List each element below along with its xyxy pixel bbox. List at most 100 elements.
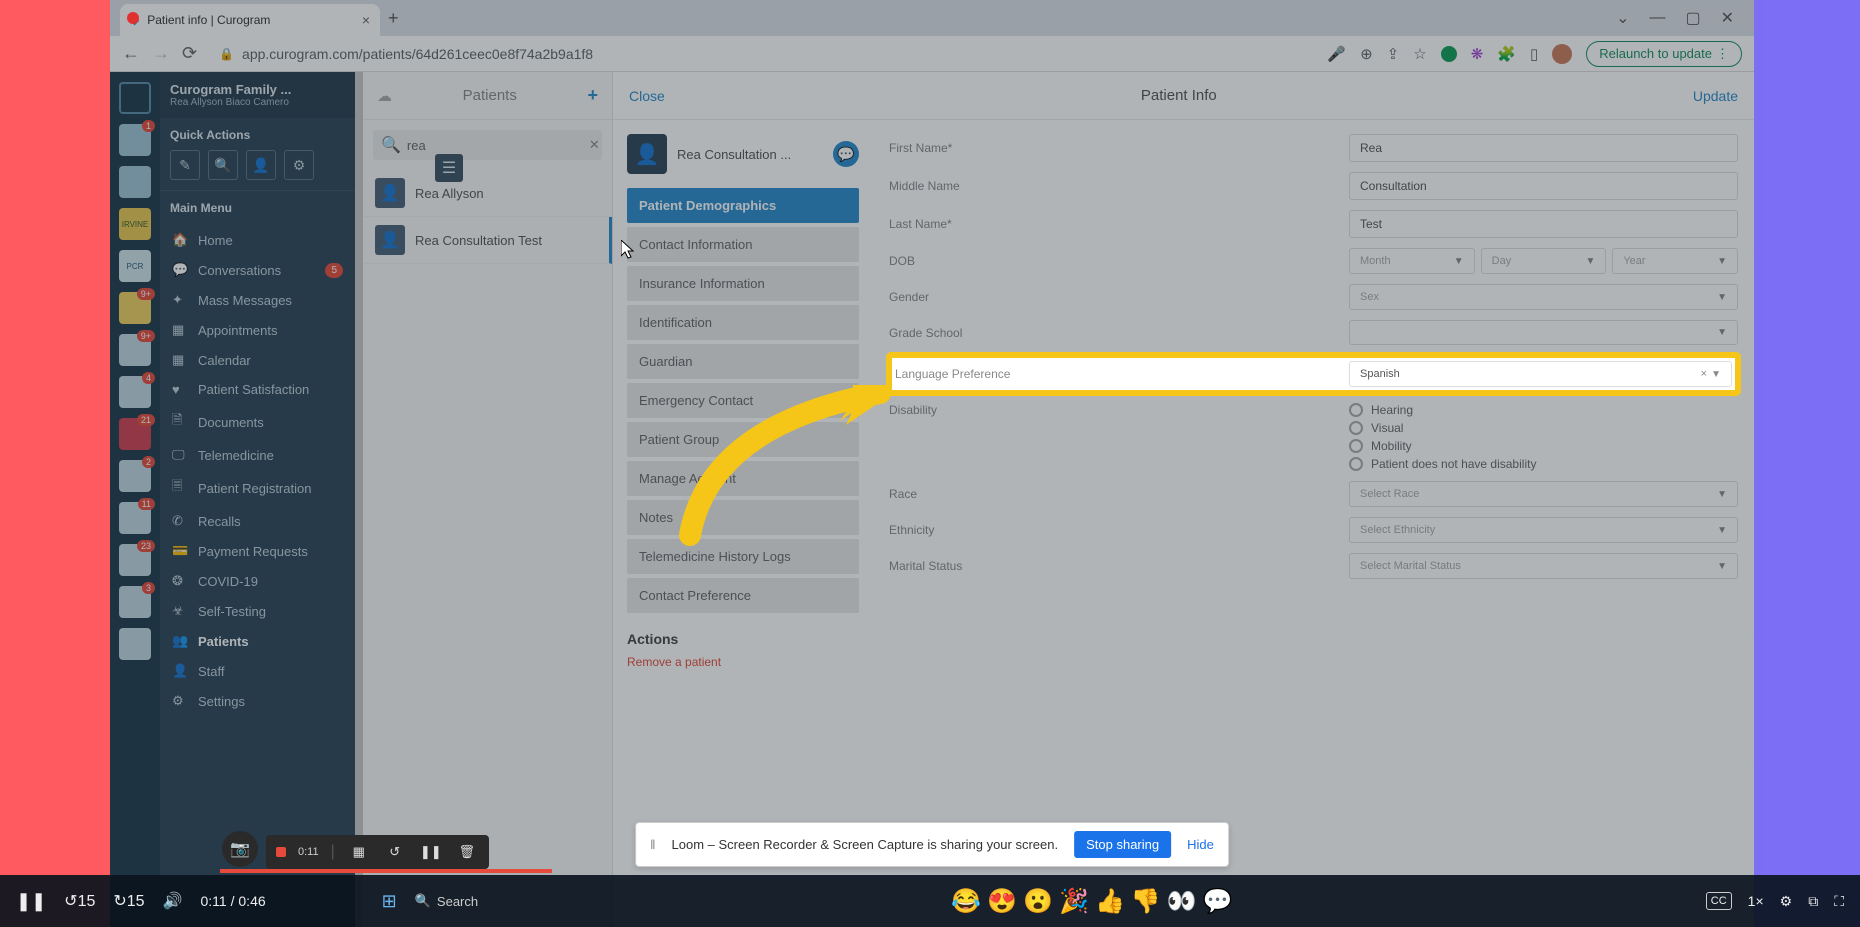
close-link[interactable]: Close [629, 88, 665, 104]
rail-item[interactable]: 2 [119, 460, 151, 492]
hide-share-link[interactable]: Hide [1187, 837, 1214, 852]
rail-item[interactable]: 4 [119, 376, 151, 408]
address-bar[interactable]: 🔒 app.curogram.com/patients/64d261ceec0e… [209, 46, 1315, 62]
first-name-input[interactable] [1349, 134, 1738, 162]
menu-item-patients[interactable]: 👥Patients [160, 626, 355, 656]
menu-item-recalls[interactable]: ✆Recalls [160, 506, 355, 536]
emoji-heart-eyes[interactable]: 😍 [987, 887, 1017, 916]
settings-sliders-icon[interactable]: ⚙ [284, 150, 314, 180]
loom-grid-icon[interactable]: ▦ [347, 840, 371, 864]
section-tab-telemedicine-history-logs[interactable]: Telemedicine History Logs [627, 539, 859, 574]
disability-option[interactable]: Mobility [1349, 439, 1536, 453]
rail-item[interactable]: IRVINE [119, 208, 151, 240]
browser-tab[interactable]: ◆ Patient info | Curogram × [120, 4, 380, 36]
loom-restart-icon[interactable]: ↺ [383, 840, 407, 864]
rail-search-icon[interactable] [119, 82, 151, 114]
menu-item-payment-requests[interactable]: 💳Payment Requests [160, 536, 355, 566]
patient-search-input[interactable] [407, 138, 583, 153]
loom-stop-icon[interactable] [276, 847, 286, 857]
cloud-icon[interactable]: ☁ [377, 87, 392, 105]
star-icon[interactable]: ☆ [1413, 45, 1426, 63]
section-tab-patient-group[interactable]: Patient Group [627, 422, 859, 457]
menu-item-documents[interactable]: 🗎Documents [160, 404, 355, 440]
settings-gear-icon[interactable]: ⚙ [1780, 893, 1793, 910]
update-button[interactable]: Update [1693, 88, 1738, 104]
emoji-party[interactable]: 🎉 [1059, 887, 1089, 916]
section-tab-contact-information[interactable]: Contact Information [627, 227, 859, 262]
menu-item-calendar[interactable]: ▦Calendar [160, 345, 355, 375]
reaction-emojis[interactable]: 😂 😍 😮 🎉 👍 👎 👀 💬 [951, 887, 1232, 916]
cc-button[interactable]: CC [1706, 892, 1732, 910]
menu-item-staff[interactable]: 👤Staff [160, 656, 355, 686]
clear-language-icon[interactable]: × [1701, 368, 1707, 380]
disability-option[interactable]: Visual [1349, 421, 1536, 435]
menu-item-covid-19[interactable]: ❂COVID-19 [160, 566, 355, 596]
section-tab-insurance-information[interactable]: Insurance Information [627, 266, 859, 301]
forward-button[interactable]: → [152, 43, 170, 64]
rewind-button[interactable]: ↺15 [64, 891, 95, 911]
rail-item[interactable] [119, 628, 151, 660]
rail-item[interactable]: 23 [119, 544, 151, 576]
section-tab-identification[interactable]: Identification [627, 305, 859, 340]
rail-item[interactable]: 1 [119, 124, 151, 156]
dob-day-select[interactable]: Day▼ [1481, 248, 1607, 274]
stop-sharing-button[interactable]: Stop sharing [1074, 831, 1171, 858]
menu-item-appointments[interactable]: ▦Appointments [160, 315, 355, 345]
grammarly-icon[interactable] [1441, 46, 1457, 62]
speed-button[interactable]: 1× [1748, 893, 1764, 909]
language-select[interactable]: Spanish×▼ [1349, 361, 1732, 387]
profile-avatar[interactable] [1552, 44, 1572, 64]
patient-result-item[interactable]: 👤Rea Consultation Test [363, 217, 612, 264]
pip-icon[interactable]: ⧉ [1808, 893, 1818, 910]
comment-icon[interactable]: 💬 [1203, 887, 1233, 916]
add-patient-button[interactable]: + [587, 85, 598, 106]
section-tab-notes[interactable]: Notes [627, 500, 859, 535]
middle-name-input[interactable] [1349, 172, 1738, 200]
rail-item[interactable] [119, 166, 151, 198]
volume-icon[interactable]: 🔊 [163, 891, 183, 911]
section-tab-manage-account[interactable]: Manage Account [627, 461, 859, 496]
remove-patient-link[interactable]: Remove a patient [627, 655, 859, 669]
menu-item-conversations[interactable]: 💬Conversations5 [160, 255, 355, 285]
menu-item-self-testing[interactable]: ☣Self-Testing [160, 596, 355, 626]
patient-result-item[interactable]: 👤Rea Allyson [363, 170, 612, 217]
disability-option[interactable]: Patient does not have disability [1349, 457, 1536, 471]
marital-select[interactable]: Select Marital Status▼ [1349, 553, 1738, 579]
extension-icon[interactable]: ❋ [1471, 45, 1484, 63]
section-tab-patient-demographics[interactable]: Patient Demographics [627, 188, 859, 223]
back-button[interactable]: ← [122, 43, 140, 64]
rail-item[interactable]: 9+ [119, 292, 151, 324]
clear-search-icon[interactable]: ✕ [589, 137, 600, 153]
race-select[interactable]: Select Race▼ [1349, 481, 1738, 507]
hamburger-menu-icon[interactable]: ☰ [435, 154, 463, 182]
grade-select[interactable]: ▼ [1349, 320, 1738, 345]
section-tab-contact-preference[interactable]: Contact Preference [627, 578, 859, 613]
play-pause-button[interactable]: ❚❚ [16, 891, 46, 912]
menu-item-patient-satisfaction[interactable]: ♥Patient Satisfaction [160, 375, 355, 404]
chat-icon[interactable]: 💬 [833, 141, 859, 167]
emoji-surprised[interactable]: 😮 [1023, 887, 1053, 916]
menu-item-settings[interactable]: ⚙Settings [160, 686, 355, 716]
menu-item-telemedicine[interactable]: 🖵Telemedicine [160, 440, 355, 470]
person-icon[interactable]: 👤 [246, 150, 276, 180]
loom-camera-icon[interactable]: 📷 [222, 831, 258, 867]
forward-button[interactable]: ↻15 [113, 891, 144, 911]
ethnicity-select[interactable]: Select Ethnicity▼ [1349, 517, 1738, 543]
disability-option[interactable]: Hearing [1349, 403, 1536, 417]
rail-item[interactable]: PCR [119, 250, 151, 282]
menu-item-mass-messages[interactable]: ✦Mass Messages [160, 285, 355, 315]
extensions-puzzle-icon[interactable]: 🧩 [1497, 45, 1516, 63]
loom-delete-icon[interactable]: 🗑 [455, 840, 479, 864]
last-name-input[interactable] [1349, 210, 1738, 238]
loom-pause-icon[interactable]: ❚❚ [419, 840, 443, 864]
taskbar-search[interactable]: 🔍 Search [415, 893, 478, 909]
panel-icon[interactable]: ▯ [1530, 45, 1538, 63]
menu-item-patient-registration[interactable]: 🗏Patient Registration [160, 470, 355, 506]
scrollbar[interactable] [355, 72, 363, 927]
chevron-down-icon[interactable]: ⌄ [1616, 8, 1629, 28]
dob-year-select[interactable]: Year▼ [1612, 248, 1738, 274]
rail-item[interactable]: 9+ [119, 334, 151, 366]
zoom-icon[interactable]: ⊕ [1360, 45, 1373, 63]
gender-select[interactable]: Sex▼ [1349, 284, 1738, 310]
share-icon[interactable]: ⇪ [1387, 45, 1400, 63]
